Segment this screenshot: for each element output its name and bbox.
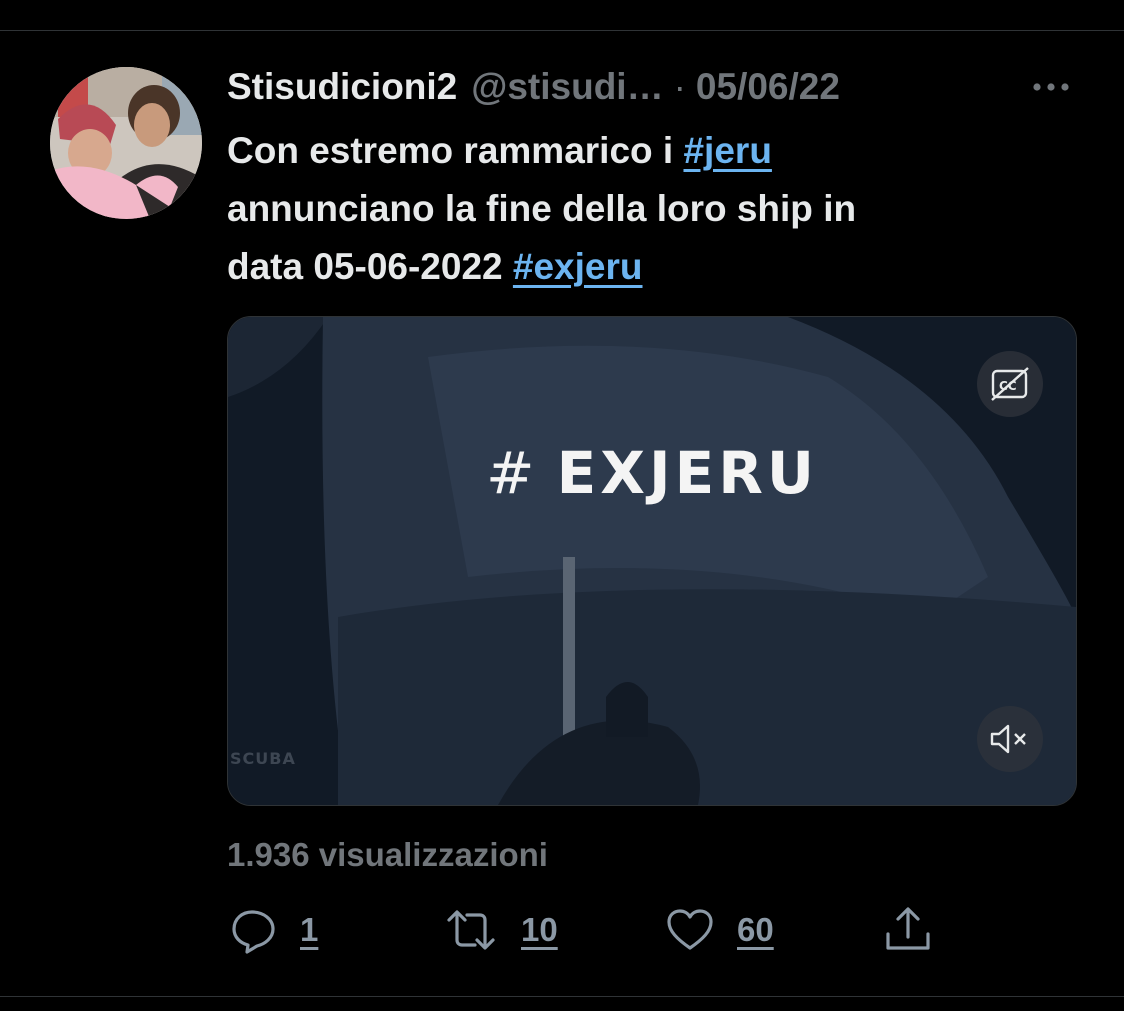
- avatar-photo: [50, 67, 202, 219]
- share-button[interactable]: [882, 900, 934, 960]
- captions-button[interactable]: CC: [977, 351, 1043, 417]
- top-divider: [0, 30, 1124, 31]
- reply-icon: [232, 910, 275, 954]
- more-icon[interactable]: [1028, 70, 1074, 104]
- separator-dot: ·: [673, 66, 686, 107]
- overlay-word: EXJERU: [556, 439, 818, 507]
- tweet-date[interactable]: 05/06/22: [696, 62, 840, 112]
- tweet-text-line-2: annunciano la fine della loro ship in: [227, 188, 857, 229]
- share-icon: [886, 907, 930, 950]
- tweet-header: Stisudicioni2 @stisudi… · 05/06/22: [227, 62, 1007, 112]
- mute-icon: [990, 724, 1026, 754]
- tweet-text-line-3: data 05-06-2022 #exjeru: [227, 238, 1047, 296]
- retweet-button[interactable]: 10: [443, 900, 558, 960]
- video-watermark: SCUBA: [230, 749, 296, 768]
- hashtag-link-jeru[interactable]: #jeru: [683, 130, 771, 171]
- mute-button[interactable]: [977, 706, 1043, 772]
- view-count: 1.936 visualizzazioni: [227, 836, 548, 873]
- like-button[interactable]: 60: [665, 900, 774, 960]
- retweet-icon: [447, 910, 495, 950]
- video-overlay-text: # EXJERU: [228, 439, 1076, 507]
- video-frame: [228, 317, 1076, 805]
- tweet-text-line-1: Con estremo rammarico i #jeru: [227, 122, 1047, 180]
- bottom-divider: [0, 996, 1124, 997]
- action-bar: 1 10 60: [0, 900, 1124, 960]
- tweet-text-segment: Con estremo rammarico i: [227, 130, 684, 171]
- handle[interactable]: @stisudi…: [471, 62, 663, 112]
- video-player[interactable]: #EXJERU SCUBA CC: [227, 316, 1077, 806]
- reply-count[interactable]: 1: [300, 911, 318, 949]
- tweet-text: Con estremo rammarico i #jeru annunciano…: [227, 122, 1047, 296]
- avatar[interactable]: [50, 67, 202, 219]
- heart-icon: [667, 909, 713, 950]
- like-count[interactable]: 60: [737, 911, 774, 949]
- reply-button[interactable]: 1: [230, 900, 318, 960]
- tweet-text-segment: data 05-06-2022: [227, 246, 513, 287]
- display-name[interactable]: Stisudicioni2: [227, 62, 457, 112]
- hashtag-link-exjeru[interactable]: #exjeru: [513, 246, 643, 287]
- retweet-count[interactable]: 10: [521, 911, 558, 949]
- overlay-hash: #: [486, 439, 539, 507]
- captions-off-icon: CC: [991, 367, 1029, 401]
